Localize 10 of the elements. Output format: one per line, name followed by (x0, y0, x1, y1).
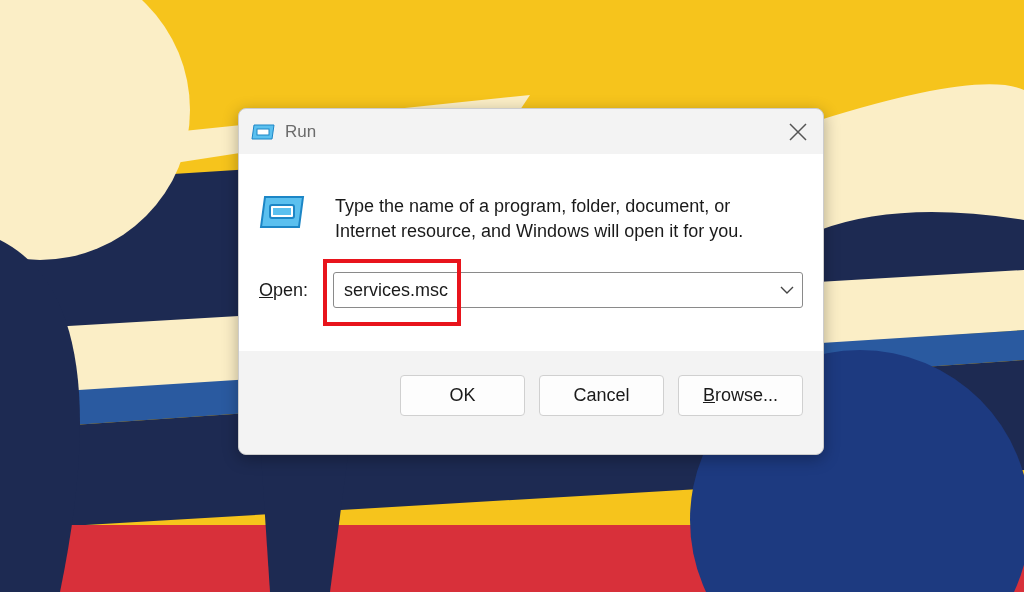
open-combo-field[interactable]: services.msc (333, 272, 803, 308)
browse-button[interactable]: Browse... (678, 375, 803, 416)
run-program-icon (259, 194, 305, 230)
cancel-button[interactable]: Cancel (539, 375, 664, 416)
window-title: Run (285, 121, 317, 142)
instruction-text: Type the name of a program, folder, document, or Internet resource, and Windows will open it for you. (335, 195, 745, 243)
open-label: Open: (259, 279, 310, 301)
chevron-down-icon[interactable] (780, 286, 794, 294)
ok-button[interactable]: OK (400, 375, 525, 416)
run-app-icon (251, 123, 275, 140)
